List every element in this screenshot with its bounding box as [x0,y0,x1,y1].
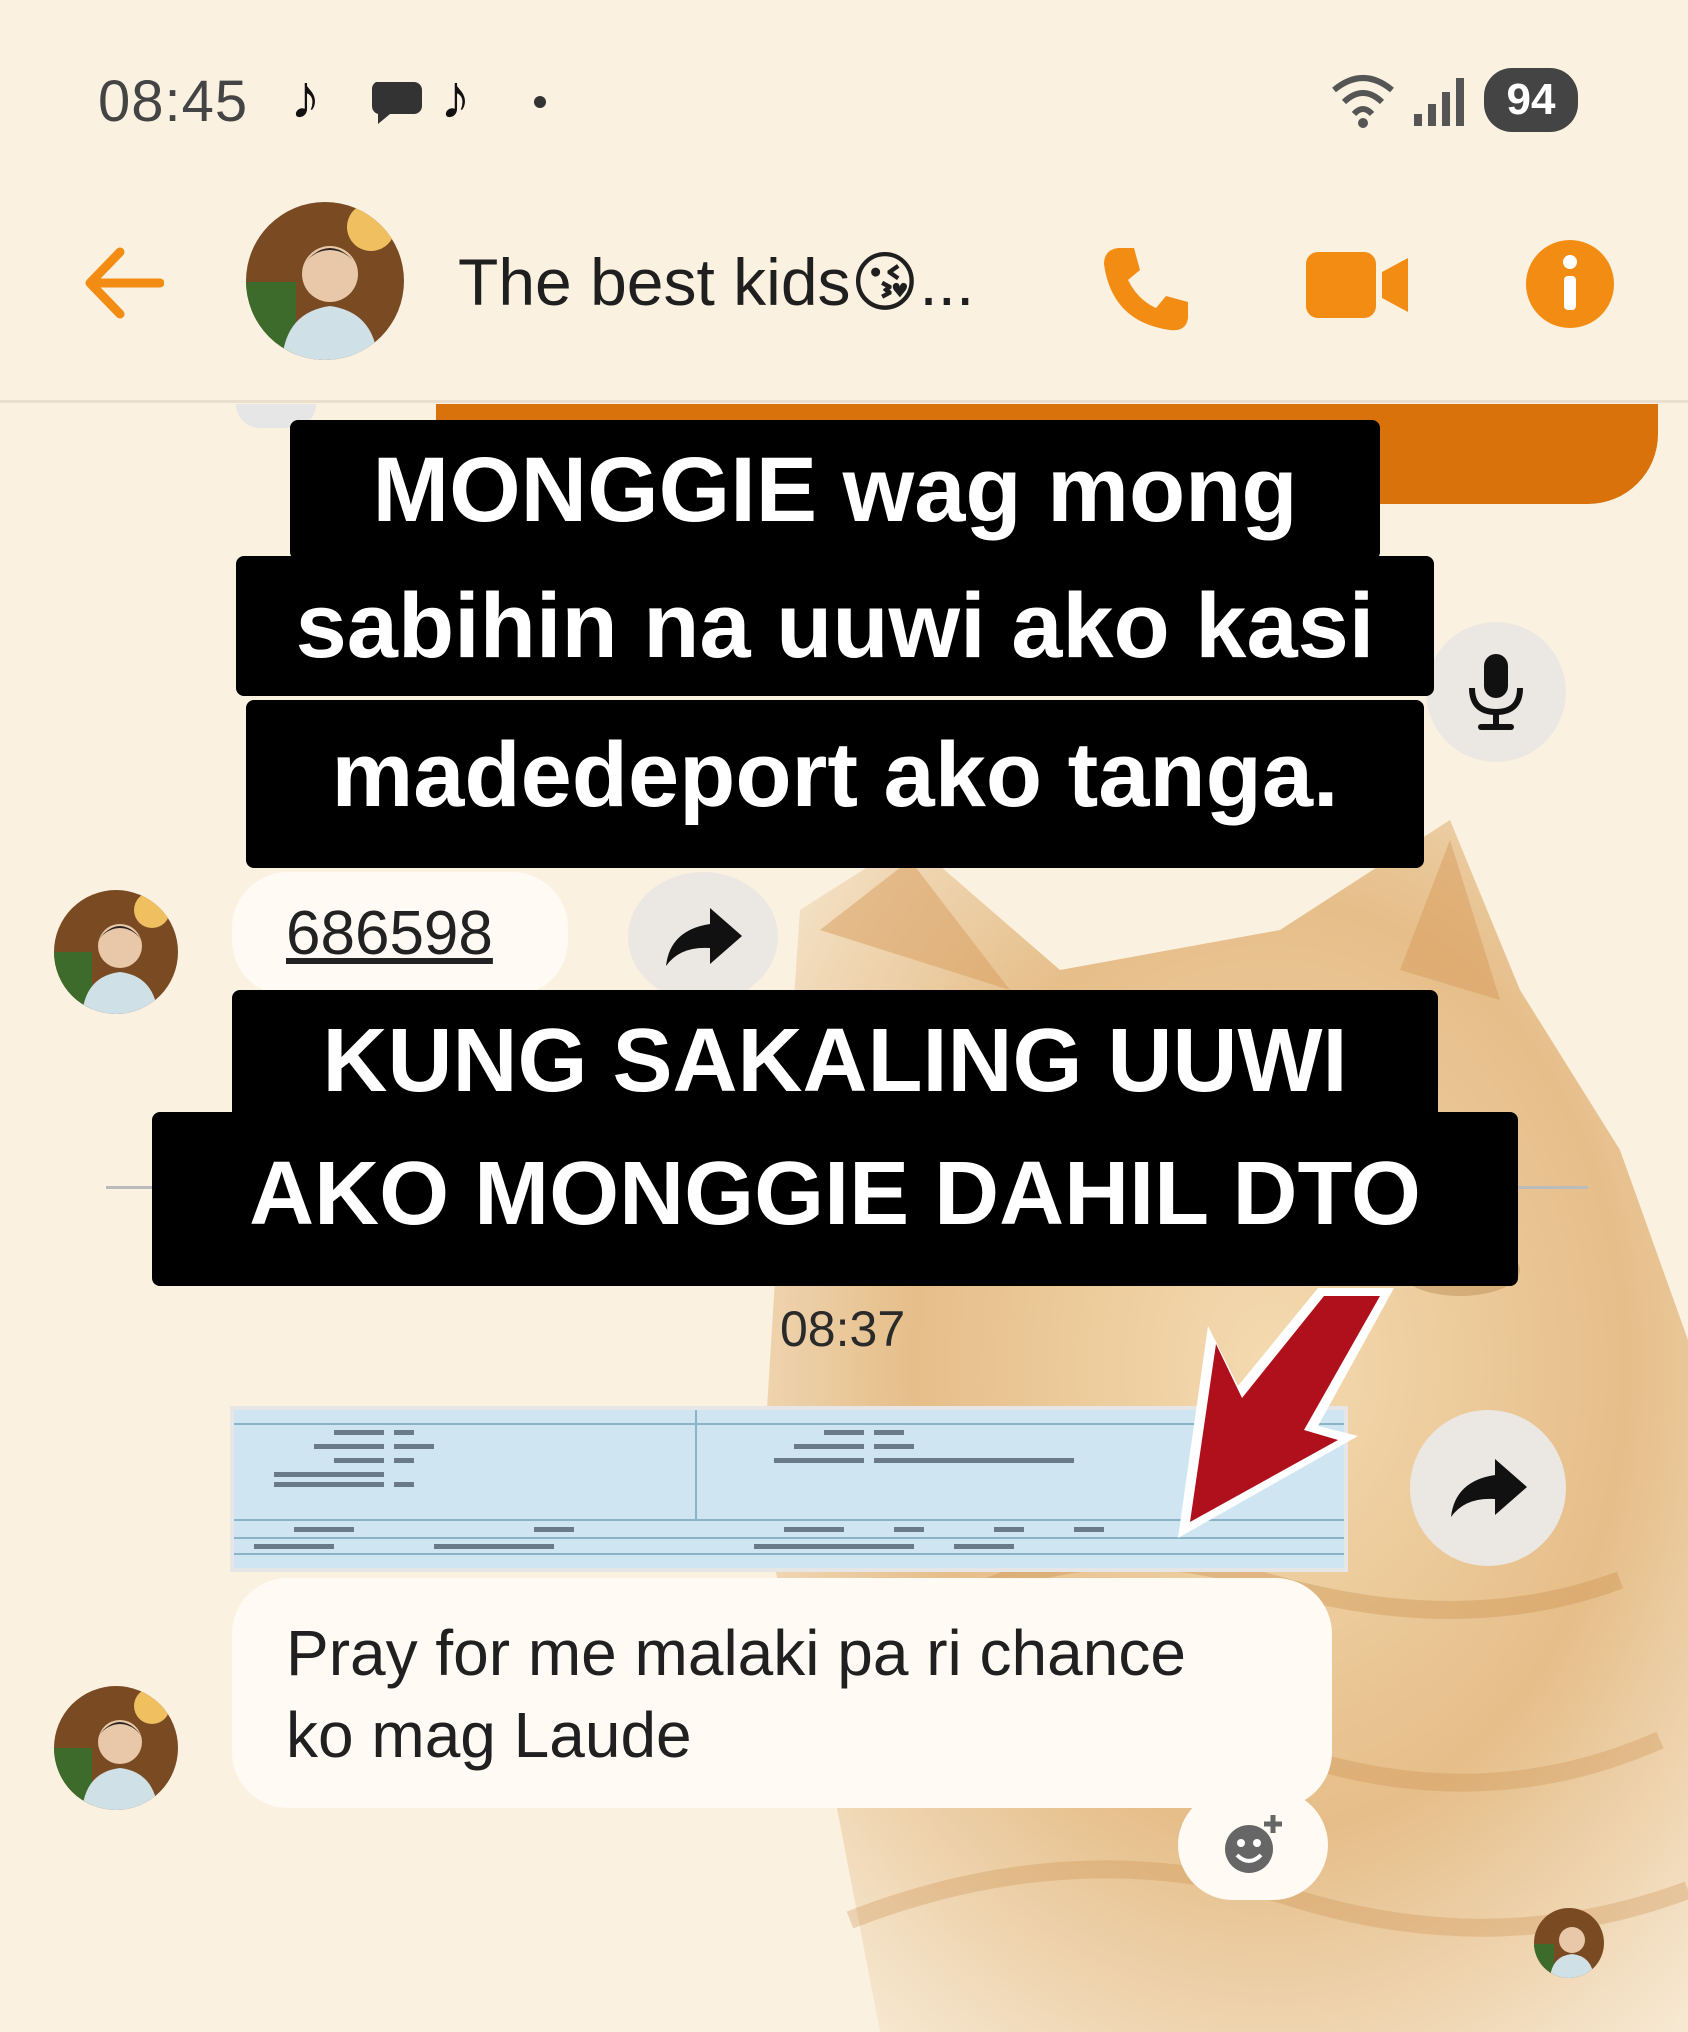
caption-line: MONGGIE wag mong [290,420,1380,560]
back-arrow-icon[interactable] [82,246,164,320]
chat-bubble-icon [371,82,422,124]
header-divider [0,400,1688,403]
date-separator-line [1518,1186,1588,1189]
forward-button[interactable] [628,872,778,1002]
wifi-icon [1332,75,1394,128]
caption-line: KUNG SAKALING UUWI [232,990,1438,1132]
forward-arrow-icon [666,908,742,966]
group-avatar[interactable] [246,202,404,360]
add-reaction-button[interactable] [1178,1790,1328,1900]
tiktok-icon: ♪ [440,63,471,132]
tiktok-icon: ♪ [290,63,321,132]
verification-code-link[interactable]: 686598 [286,898,493,969]
sender-avatar[interactable] [54,890,178,1014]
voice-message-button[interactable] [1426,622,1566,762]
signal-icon [1414,78,1464,126]
video-camera-icon[interactable] [1306,250,1410,320]
phone-icon[interactable] [1100,242,1192,334]
chat-title[interactable]: The best kids😘... [458,244,974,321]
add-emoji-icon [1225,1815,1282,1873]
notification-dot-icon [534,96,546,108]
message-text: Pray for me malaki pa ri chance ko mag L… [286,1612,1306,1776]
forward-arrow-icon [1451,1459,1527,1517]
forward-button[interactable] [1410,1410,1566,1566]
message-line: ko mag Laude [286,1699,692,1771]
message-line: Pray for me malaki pa ri chance [286,1617,1186,1689]
message-timestamp: 08:37 [780,1301,906,1357]
sender-avatar[interactable] [54,1686,178,1810]
seen-by-avatar [1534,1908,1604,1978]
red-arrow-annotation [1178,1288,1394,1538]
info-icon[interactable] [1524,238,1616,330]
status-time: 08:45 [98,69,249,134]
battery-icon: 94 [1484,68,1578,132]
microphone-icon [1469,654,1523,730]
caption-line: sabihin na uuwi ako kasi [236,556,1434,696]
caption-line: madedeport ako tanga. [246,700,1424,868]
caption-line: AKO MONGGIE DAHIL DTO [152,1112,1518,1286]
